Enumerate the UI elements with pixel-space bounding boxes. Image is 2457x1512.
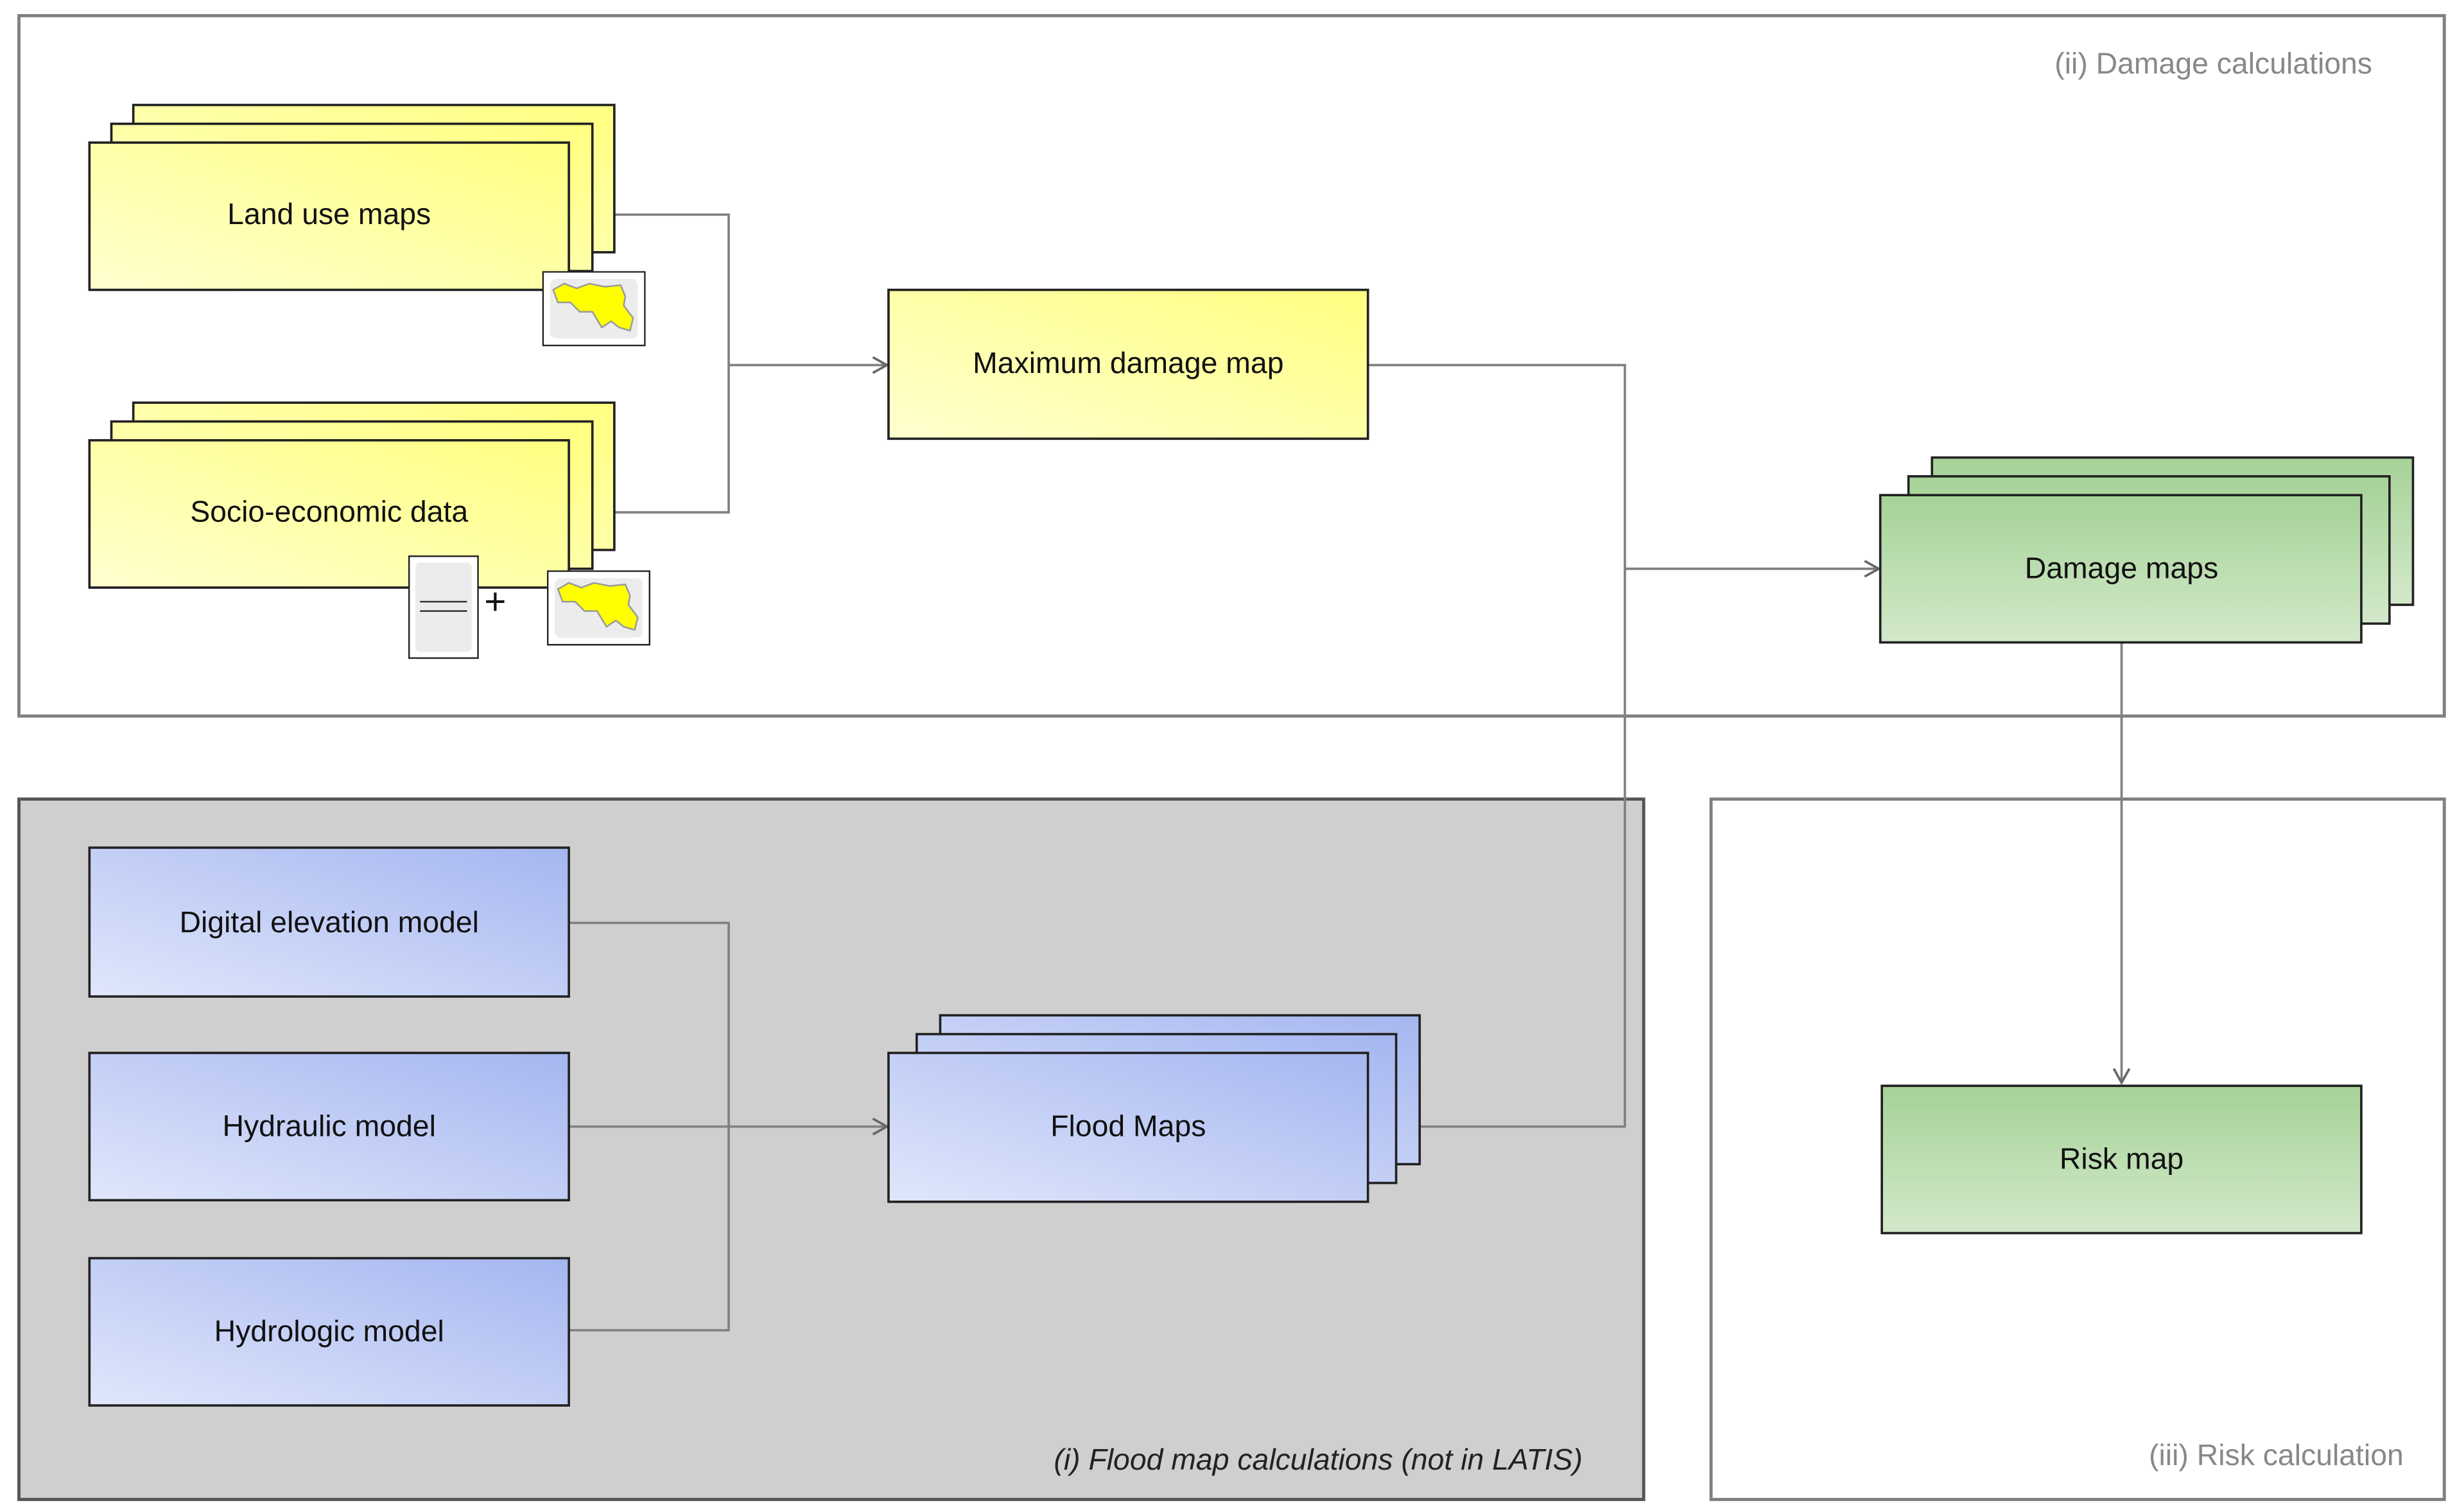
dem-label: Digital elevation model (179, 905, 478, 939)
map-icon (542, 271, 646, 347)
table-document-icon (408, 555, 479, 659)
risk-map-label: Risk map (2060, 1142, 2184, 1176)
land-use-maps-label: Land use maps (227, 197, 431, 230)
damage-maps-label: Damage maps (2025, 552, 2218, 585)
flood-maps-label: Flood Maps (1050, 1109, 1206, 1142)
maximum-damage-map-label: Maximum damage map (973, 346, 1283, 379)
section-flood-label: (i) Flood map calculations (not in LATIS… (1054, 1443, 1583, 1476)
node-maximum-damage-map: Maximum damage map (887, 288, 1369, 440)
hydraulic-model-label: Hydraulic model (223, 1109, 436, 1142)
section-risk-label: (iii) Risk calculation (2149, 1438, 2404, 1472)
node-flood-maps: Flood Maps (887, 1014, 1421, 1203)
section-damage-label: (ii) Damage calculations (2054, 47, 2372, 80)
hydrologic-model-label: Hydrologic model (214, 1314, 444, 1348)
node-hydrologic-model: Hydrologic model (88, 1256, 570, 1407)
node-damage-maps: Damage maps (1879, 456, 2415, 644)
node-risk-map: Risk map (1880, 1084, 2363, 1235)
map-icon (546, 570, 650, 646)
node-digital-elevation-model: Digital elevation model (88, 846, 570, 998)
node-hydraulic-model: Hydraulic model (88, 1052, 570, 1202)
socio-economic-data-label: Socio-economic data (190, 495, 468, 528)
flood-risk-diagram: (ii) Damage calculations (i) Flood map c… (17, 13, 2446, 1501)
plus-symbol: + (484, 581, 506, 623)
